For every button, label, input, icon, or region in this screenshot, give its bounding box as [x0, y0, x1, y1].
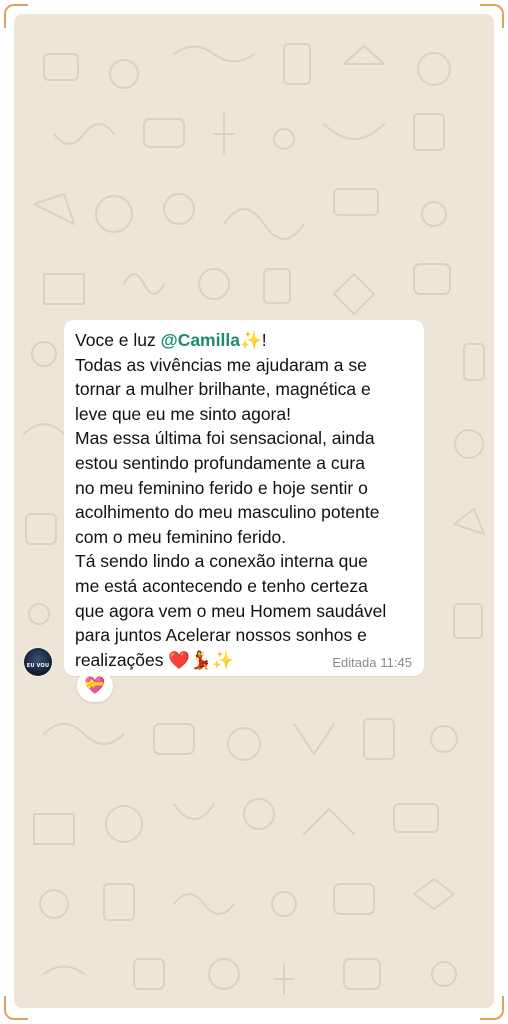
message-text: Voce e luz @Camilla✨! Todas as vivências…: [75, 328, 414, 672]
message-time: 11:45: [380, 655, 412, 670]
message-meta: Editada 11:45: [328, 655, 412, 670]
message-end-emojis: ❤️💃✨: [168, 649, 234, 670]
sender-avatar[interactable]: EU VOU: [24, 648, 52, 676]
edited-label: Editada: [332, 655, 377, 670]
message-bubble[interactable]: Voce e luz @Camilla✨! Todas as vivências…: [64, 320, 424, 676]
exclamation-text: !: [261, 330, 267, 350]
avatar-label: EU VOU: [26, 663, 50, 669]
message-greeting: Voce e luz: [75, 330, 161, 350]
mention-link[interactable]: @Camilla: [161, 330, 240, 350]
reaction-badge[interactable]: 💝: [77, 670, 113, 702]
screenshot-frame: EU VOU Voce e luz @Camilla✨! Todas as vi…: [0, 0, 508, 1024]
heart-gift-icon: 💝: [84, 676, 106, 696]
message-body: Todas as vivências me ajudaram a se torn…: [75, 354, 387, 670]
sparkles-emoji: ✨: [239, 330, 262, 350]
